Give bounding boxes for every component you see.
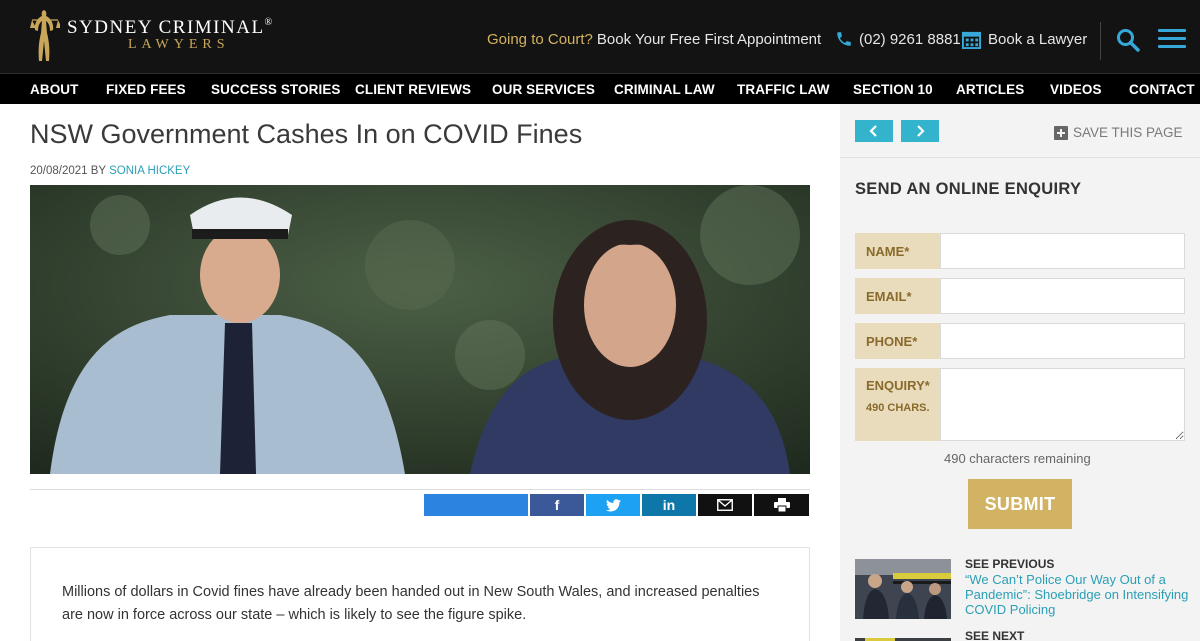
hero-image [30,185,810,474]
enquiry-label: ENQUIRY* 490 CHARS. [855,368,940,441]
header-divider [1100,22,1101,60]
logo-name: SYDNEY CRIMINAL [67,17,265,38]
share-count-bar [424,494,528,516]
print-icon [773,498,790,512]
next-article-arrow-button[interactable] [901,120,939,142]
hamburger-menu-button[interactable] [1158,29,1186,51]
share-twitter-button[interactable] [586,494,640,516]
hamburger-line [1158,29,1186,32]
author-link[interactable]: SONIA HICKEY [109,165,190,177]
save-page-button[interactable]: SAVE THIS PAGE [1054,125,1183,140]
article-body-card: Millions of dollars in Covid fines have … [30,547,810,641]
phone-link[interactable]: (02) 9261 8881 [835,30,961,48]
top-header: SYDNEY CRIMINAL® LAWYERS Going to Court?… [0,0,1200,73]
nav-item-section-10[interactable]: SECTION 10 [853,82,933,97]
previous-post-thumbnail[interactable] [855,559,951,619]
byline-by: BY [90,165,106,177]
byline: 20/08/2021 BY SONIA HICKEY [30,165,190,177]
see-next-label: SEE NEXT [965,629,1025,641]
enquiry-char-limit: 490 CHARS. [866,402,930,414]
add-bookmark-icon [1054,125,1068,140]
calendar-icon [962,31,981,49]
twitter-icon [605,498,621,511]
chevron-right-icon [917,125,925,137]
justice-figure-icon [30,10,60,61]
logo-registered-mark: ® [264,17,274,28]
search-button[interactable] [1115,27,1141,53]
save-page-label: SAVE THIS PAGE [1073,125,1183,140]
share-facebook-button[interactable]: f [530,494,584,516]
enquiry-textarea[interactable] [940,368,1185,441]
nav-item-fixed-fees[interactable]: FIXED FEES [106,82,186,97]
characters-remaining: 490 characters remaining [944,451,1091,466]
nav-item-success-stories[interactable]: SUCCESS STORIES [211,82,341,97]
email-label: EMAIL* [855,278,940,314]
previous-article-arrow-button[interactable] [855,120,893,142]
nav-item-criminal-law[interactable]: CRIMINAL LAW [614,82,715,97]
share-print-button[interactable] [754,494,809,516]
nav-item-articles[interactable]: ARTICLES [956,82,1024,97]
nav-item-our-services[interactable]: OUR SERVICES [492,82,595,97]
sidebar-divider [840,157,1200,158]
see-previous-label: SEE PREVIOUS [965,557,1055,571]
court-offer: Book Your Free First Appointment [596,31,822,48]
phone-label: PHONE* [855,323,940,359]
article-title: NSW Government Cashes In on COVID Fines [30,119,583,149]
search-icon [1117,29,1140,52]
main-nav: ABOUT FIXED FEES SUCCESS STORIES CLIENT … [0,73,1200,104]
book-lawyer-link[interactable]: Book a Lawyer [962,30,1087,49]
nav-item-traffic-law[interactable]: TRAFFIC LAW [737,82,830,97]
enquiry-label-text: ENQUIRY* [866,378,930,393]
facebook-icon: f [554,497,560,513]
nav-item-contact[interactable]: CONTACT [1129,82,1195,97]
submit-button[interactable]: SUBMIT [968,479,1072,529]
share-linkedin-button[interactable]: in [642,494,696,516]
linkedin-icon: in [662,497,676,513]
share-email-button[interactable] [698,494,752,516]
hamburger-line [1158,37,1186,40]
phone-number: (02) 9261 8881 [859,30,961,48]
article-date: 20/08/2021 [30,165,88,177]
email-field[interactable] [940,278,1185,314]
next-post-thumbnail[interactable] [855,633,951,641]
nav-item-about[interactable]: ABOUT [30,82,79,97]
phone-field[interactable] [940,323,1185,359]
hamburger-line [1158,45,1186,48]
phone-icon [837,32,851,46]
enquiry-form-title: SEND AN ONLINE ENQUIRY [855,180,1082,198]
logo-subtitle: LAWYERS [128,37,230,52]
book-lawyer-label: Book a Lawyer [988,31,1088,48]
nav-item-videos[interactable]: VIDEOS [1050,82,1102,97]
name-label: NAME* [855,233,940,269]
court-question: Going to Court? [487,31,593,48]
nav-item-client-reviews[interactable]: CLIENT REVIEWS [355,82,471,97]
name-field[interactable] [940,233,1185,269]
divider-line [30,489,810,490]
chevron-left-icon [869,125,877,137]
free-appointment-link[interactable]: Going to Court? Book Your Free First Appo… [487,31,821,48]
email-icon [717,499,733,511]
logo[interactable]: SYDNEY CRIMINAL® LAWYERS [30,6,272,66]
article-paragraph: Millions of dollars in Covid fines have … [62,584,760,623]
previous-post-link[interactable]: “We Can’t Police Our Way Out of a Pandem… [965,572,1190,617]
